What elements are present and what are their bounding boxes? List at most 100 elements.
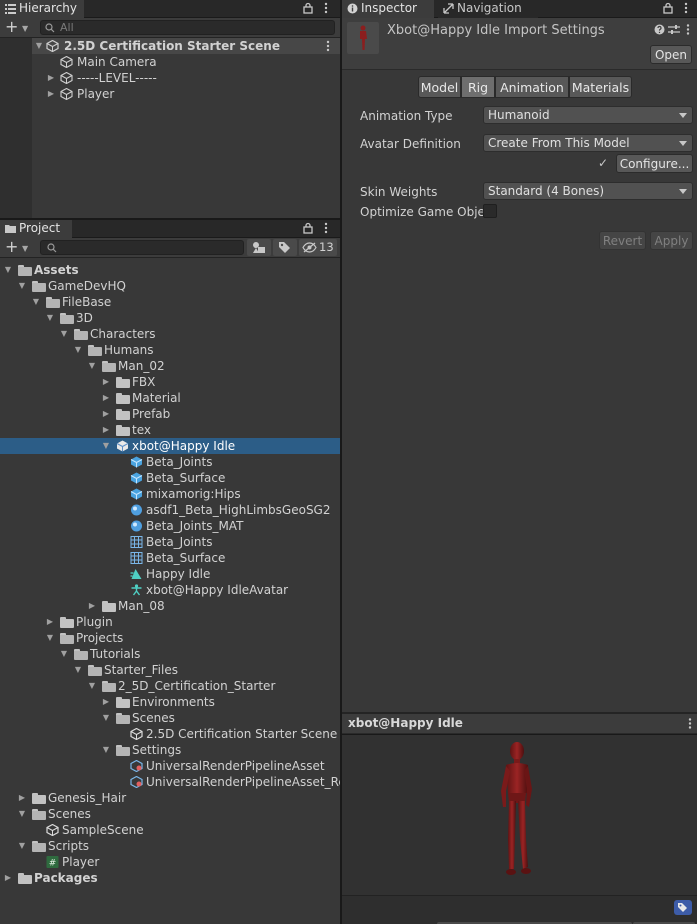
lock-icon[interactable] xyxy=(302,2,314,14)
project-folder-row[interactable]: ▼ 2_5D_Certification_Starter xyxy=(0,678,340,694)
project-asset-row[interactable]: 2.5D Certification Starter Scene xyxy=(0,726,340,742)
optimize-game-objects-checkbox[interactable] xyxy=(483,204,497,218)
filter-by-type-button[interactable] xyxy=(247,239,271,256)
expand-arrow-icon[interactable]: ▶ xyxy=(3,870,13,886)
tab-project[interactable]: Project xyxy=(0,220,72,238)
project-folder-row[interactable]: ▶ tex xyxy=(0,422,340,438)
model-preview[interactable] xyxy=(342,735,697,895)
collapse-arrow-icon[interactable]: ▼ xyxy=(87,678,97,694)
expand-arrow-icon[interactable]: ▶ xyxy=(46,86,56,102)
project-asset-row[interactable]: mixamorig:Hips xyxy=(0,486,340,502)
more-menu-icon[interactable] xyxy=(680,2,692,14)
chevron-down-icon[interactable]: ▼ xyxy=(22,24,28,33)
collapse-arrow-icon[interactable]: ▼ xyxy=(45,310,55,326)
project-asset-row[interactable]: Beta_Joints xyxy=(0,534,340,550)
collapse-arrow-icon[interactable]: ▼ xyxy=(3,262,13,278)
filter-by-label-button[interactable] xyxy=(273,239,297,256)
preset-sliders-icon[interactable] xyxy=(668,24,680,35)
project-asset-row[interactable]: UniversalRenderPipelineAsset_Rer xyxy=(0,774,351,790)
expand-arrow-icon[interactable]: ▶ xyxy=(101,374,111,390)
collapse-arrow-icon[interactable]: ▼ xyxy=(101,742,111,758)
more-menu-icon[interactable] xyxy=(322,40,334,52)
collapse-arrow-icon[interactable]: ▼ xyxy=(87,358,97,374)
project-asset-row[interactable]: Beta_Surface xyxy=(0,470,340,486)
help-icon[interactable] xyxy=(654,24,665,35)
project-folder-row[interactable]: ▼ Scenes xyxy=(0,710,340,726)
tab-model[interactable]: Model xyxy=(418,76,461,98)
project-asset-row[interactable]: xbot@Happy IdleAvatar xyxy=(0,582,340,598)
project-folder-row[interactable]: ▼ GameDevHQ xyxy=(0,278,340,294)
lock-icon[interactable] xyxy=(302,222,314,234)
expand-arrow-icon[interactable]: ▶ xyxy=(101,406,111,422)
collapse-arrow-icon[interactable]: ▼ xyxy=(59,326,69,342)
project-asset-row[interactable]: UniversalRenderPipelineAsset xyxy=(0,758,340,774)
project-folder-row[interactable]: ▼ Characters xyxy=(0,326,340,342)
open-button[interactable]: Open xyxy=(650,45,692,64)
expand-arrow-icon[interactable]: ▶ xyxy=(101,694,111,710)
project-folder-row[interactable]: ▼ 3D xyxy=(0,310,340,326)
project-folder-row[interactable]: ▶ Prefab xyxy=(0,406,340,422)
project-search-input[interactable] xyxy=(40,240,244,255)
collapse-arrow-icon[interactable]: ▼ xyxy=(17,278,27,294)
project-folder-row[interactable]: ▼ Man_02 xyxy=(0,358,340,374)
chevron-down-icon[interactable]: ▼ xyxy=(22,244,28,253)
project-asset-row[interactable]: ▼ xbot@Happy Idle xyxy=(0,438,340,454)
collapse-arrow-icon[interactable]: ▼ xyxy=(17,838,27,854)
expand-arrow-icon[interactable]: ▶ xyxy=(17,790,27,806)
more-menu-icon[interactable] xyxy=(685,718,695,729)
project-asset-row[interactable]: asdf1_Beta_HighLimbsGeoSG2 xyxy=(0,502,340,518)
project-folder-row[interactable]: ▼ Humans xyxy=(0,342,340,358)
tab-hierarchy[interactable]: Hierarchy xyxy=(0,0,84,18)
lock-icon[interactable] xyxy=(662,2,674,14)
add-icon[interactable]: + xyxy=(5,19,18,35)
tab-inspector[interactable]: Inspector xyxy=(342,0,434,18)
animation-type-dropdown[interactable]: Humanoid xyxy=(483,106,693,124)
avatar-definition-dropdown[interactable]: Create From This Model xyxy=(483,134,693,152)
tab-navigation[interactable]: Navigation xyxy=(438,0,538,18)
more-menu-icon[interactable] xyxy=(683,24,693,35)
collapse-arrow-icon[interactable]: ▼ xyxy=(17,806,27,822)
tab-materials[interactable]: Materials xyxy=(569,76,632,98)
project-asset-row[interactable]: Happy Idle xyxy=(0,566,340,582)
project-folder-row[interactable]: ▶ Genesis_Hair xyxy=(0,790,340,806)
apply-button[interactable]: Apply xyxy=(650,231,693,250)
more-menu-icon[interactable] xyxy=(320,222,332,234)
expand-arrow-icon[interactable]: ▶ xyxy=(101,422,111,438)
tab-animation[interactable]: Animation xyxy=(495,76,569,98)
project-folder-row[interactable]: ▶ Packages xyxy=(0,870,340,886)
project-folder-row[interactable]: ▼ FileBase xyxy=(0,294,340,310)
collapse-arrow-icon[interactable]: ▼ xyxy=(45,630,55,646)
project-folder-row[interactable]: ▶ Material xyxy=(0,390,340,406)
hierarchy-search-input[interactable]: All xyxy=(40,20,335,35)
project-asset-row[interactable]: Beta_Joints xyxy=(0,454,340,470)
project-folder-row[interactable]: ▼ Scenes xyxy=(0,806,340,822)
configure-button[interactable]: Configure... xyxy=(616,154,693,173)
project-asset-row[interactable]: # Player xyxy=(0,854,340,870)
project-folder-row[interactable]: ▶ Man_08 xyxy=(0,598,340,614)
scene-row[interactable]: ▼ 2.5D Certification Starter Scene xyxy=(32,38,340,54)
collapse-arrow-icon[interactable]: ▼ xyxy=(101,710,111,726)
collapse-arrow-icon[interactable]: ▼ xyxy=(73,662,83,678)
collapse-arrow-icon[interactable]: ▼ xyxy=(101,438,111,454)
project-asset-row[interactable]: Beta_Joints_MAT xyxy=(0,518,340,534)
project-folder-row[interactable]: ▶ Environments xyxy=(0,694,340,710)
project-folder-row[interactable]: ▼ Starter_Files xyxy=(0,662,340,678)
expand-arrow-icon[interactable]: ▶ xyxy=(46,70,56,86)
add-icon[interactable]: + xyxy=(5,239,18,255)
expand-arrow-icon[interactable]: ▶ xyxy=(45,614,55,630)
collapse-arrow-icon[interactable]: ▼ xyxy=(73,342,83,358)
project-asset-row[interactable]: Beta_Surface xyxy=(0,550,340,566)
project-folder-row[interactable]: ▶ Plugin xyxy=(0,614,340,630)
project-folder-row[interactable]: ▼ Settings xyxy=(0,742,340,758)
tab-rig[interactable]: Rig xyxy=(461,76,495,98)
project-asset-row[interactable]: SampleScene xyxy=(0,822,340,838)
collapse-arrow-icon[interactable]: ▼ xyxy=(31,294,41,310)
more-menu-icon[interactable] xyxy=(320,2,332,14)
project-folder-row[interactable]: ▼ Tutorials xyxy=(0,646,340,662)
expand-arrow-icon[interactable]: ▶ xyxy=(101,390,111,406)
hierarchy-item-level[interactable]: ▶ -----LEVEL----- xyxy=(32,70,340,86)
expand-arrow-icon[interactable]: ▶ xyxy=(87,598,97,614)
skin-weights-dropdown[interactable]: Standard (4 Bones) xyxy=(483,182,693,200)
project-folder-row[interactable]: ▼ Scripts xyxy=(0,838,340,854)
hierarchy-item-player[interactable]: ▶ Player xyxy=(32,86,340,102)
